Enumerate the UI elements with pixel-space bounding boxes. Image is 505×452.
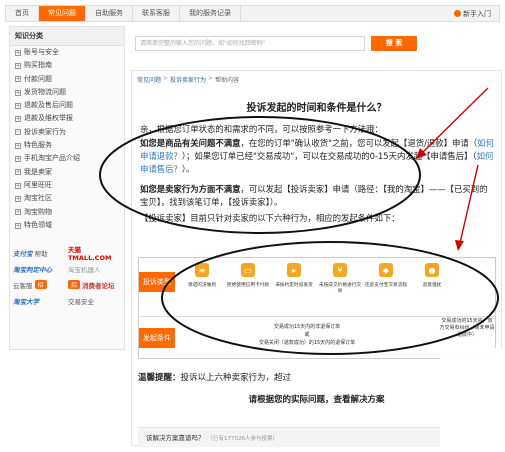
cloud-service-link[interactable]: 云客服 招 — [13, 278, 66, 291]
intro-paragraph: 亲，根据您订单状态的和需求的不同，可以按照参考一下方法哦： — [140, 124, 383, 134]
sidebar-item[interactable]: + 发货物流问题 — [10, 86, 124, 99]
sidebar-item[interactable]: + 购买指南 — [10, 59, 124, 72]
type-promise[interactable]: ≡ 承诺的没做到 — [179, 263, 225, 295]
sidebar-item[interactable]: + 阿里旺旺 — [10, 179, 124, 192]
product-issue-paragraph: 如您是商品有关问题不满意，在您的订单"确认收货"之前，您可以发起【退货/退款】申… — [140, 138, 494, 174]
credit-card-icon: ▭ — [241, 263, 255, 277]
seller-issue-paragraph: 如您是卖家行为方面不满意，可以发起【投诉卖家】申请（路径：【我的淘宝】——【已买… — [140, 184, 488, 207]
condition-label: 发起条件 — [139, 328, 175, 348]
breadcrumb-faq[interactable]: 常见问题 — [137, 75, 161, 84]
search-input[interactable]: 请简单完整的输入您的问题，如"如何找回密码" — [135, 36, 365, 51]
shield-icon: ◆ — [379, 263, 393, 277]
sidebar-item[interactable]: + 淘宝购物 — [10, 206, 124, 219]
user-icon: ● — [425, 263, 439, 277]
consumer-forum-link[interactable]: 招消费者论坛 — [68, 278, 121, 291]
six-behaviors-paragraph: 【投诉卖家】目前只针对卖家的以下六种行为，相应的发起条件如下： — [140, 213, 400, 223]
truck-icon: ▸ — [287, 263, 301, 277]
expand-icon: + — [15, 102, 21, 109]
tab-contact[interactable]: 联系客服 — [133, 6, 180, 21]
partner-links: 支付宝 帮助 天猫 TMALL.COM 淘宝判定中心 淘宝机器人 云客服 招 招… — [10, 246, 124, 307]
expand-icon: + — [15, 62, 21, 69]
tab-service-records[interactable]: 我的服务记录 — [180, 6, 241, 21]
collapse-icon: − — [15, 129, 21, 136]
breadcrumb: 常见问题 > 投诉卖家行为 > 帮助内容 — [137, 75, 240, 84]
info-icon — [454, 10, 461, 17]
beginner-guide-label: 新手入门 — [463, 9, 491, 18]
trade-safety-link[interactable]: 交易安全 — [68, 294, 121, 307]
table-divider — [139, 316, 495, 317]
expand-icon: + — [15, 195, 21, 202]
main-content: 常见问题 > 投诉卖家行为 > 帮助内容 投诉发起的时间和条件是什么？ 亲，根据您订… — [131, 70, 502, 447]
expand-icon: + — [15, 116, 21, 123]
type-delivery[interactable]: ▸ 未按约定时间发货 — [271, 263, 317, 295]
tab-home[interactable]: 首页 — [6, 6, 39, 21]
expand-icon: + — [15, 89, 21, 96]
beginner-guide-link[interactable]: 新手入门 — [454, 9, 499, 19]
page-title: 投诉发起的时间和条件是什么？ — [246, 103, 387, 114]
document-icon: ≡ — [195, 263, 209, 277]
tab-self-service[interactable]: 自助服务 — [86, 6, 133, 21]
taobao-robot-link[interactable]: 淘宝机器人 — [68, 262, 121, 275]
complaint-table: 投诉类型 发起条件 ≡ 承诺的没做到 ▭ 拒绝使用信用卡付款 ▸ 未按约定时间发货 ¥… — [138, 257, 496, 359]
complaint-type-label: 投诉类型 — [139, 272, 175, 292]
breadcrumb-complaint[interactable]: 投诉卖家行为 — [170, 75, 206, 84]
sidebar-item[interactable]: + 付款问题 — [10, 73, 124, 86]
judgement-center-link[interactable]: 淘宝判定中心 — [13, 262, 66, 275]
sidebar-item[interactable]: + 淘宝社区 — [10, 192, 124, 205]
tmall-link[interactable]: 天猫 TMALL.COM — [68, 246, 121, 262]
breadcrumb-current: 帮助内容 — [215, 77, 240, 84]
condition-text: 交易成功15天内的非退保订单 或 交易关闭（退款成功）的15天内的退保订单 — [258, 324, 356, 346]
expand-icon: + — [15, 156, 21, 163]
sidebar-item[interactable]: + 特色服务 — [10, 139, 124, 152]
type-price[interactable]: ¥ 未按成交价格进行交易 — [317, 263, 363, 295]
solution-prompt: 请根据您的实际问题，查看解决方案 — [248, 395, 385, 405]
sidebar: 知识分类 + 账号与安全 + 购买指南 + 付款问题 + 发货物流问题 + 退款及售后问题… — [9, 26, 125, 350]
warm-tip: 温馨提醒：投诉以上六种卖家行为，超过 — [138, 373, 292, 383]
sidebar-item[interactable]: + 特色领域 — [10, 219, 124, 232]
search-button[interactable]: 搜 索 — [371, 36, 417, 51]
type-harass[interactable]: ● 恶意骚扰 — [409, 263, 455, 295]
sidebar-item[interactable]: + 退款及售后问题 — [10, 99, 124, 112]
expand-icon: + — [15, 209, 21, 216]
expand-icon: + — [15, 76, 21, 83]
sidebar-item[interactable]: + 账号与安全 — [10, 46, 124, 59]
sidebar-item-complaint[interactable]: − 投诉卖家行为 — [10, 126, 124, 139]
category-list: + 账号与安全 + 购买指南 + 付款问题 + 发货物流问题 + 退款及售后问题 + 退款及… — [10, 46, 124, 232]
type-alipay[interactable]: ◆ 违反支付宝交易流程 — [363, 263, 409, 295]
expand-icon: + — [15, 182, 21, 189]
sidebar-heading: 知识分类 — [10, 27, 124, 46]
sidebar-item[interactable]: + 手机淘宝产品介绍 — [10, 152, 124, 165]
harass-condition-text: 交易成功的15天内，双方交易有纠纷（尚未申请退款中） — [439, 318, 495, 338]
sidebar-item[interactable]: + 退款及维权举报 — [10, 112, 124, 125]
alipay-help-link[interactable]: 支付宝 帮助 — [13, 246, 66, 259]
sidebar-item[interactable]: + 我是卖家 — [10, 166, 124, 179]
expand-icon: + — [15, 49, 21, 56]
top-navigation: 首页 常见问题 自助服务 联系客服 我的服务记录 新手入门 — [5, 5, 500, 22]
complaint-type-icons: ≡ 承诺的没做到 ▭ 拒绝使用信用卡付款 ▸ 未按约定时间发货 ¥ 未按成交价格进行交易… — [179, 263, 455, 295]
tab-faq[interactable]: 常见问题 — [39, 6, 86, 21]
vote-bar[interactable]: 该解决方案靠谱吗？ （已有177026人参与投票） — [138, 427, 496, 447]
type-creditcard[interactable]: ▭ 拒绝使用信用卡付款 — [225, 263, 271, 295]
yen-icon: ¥ — [333, 263, 347, 277]
expand-icon: + — [15, 169, 21, 176]
taobao-university-link[interactable]: 淘宝大学 — [13, 294, 66, 307]
expand-icon: + — [15, 142, 21, 149]
expand-icon: + — [15, 222, 21, 229]
